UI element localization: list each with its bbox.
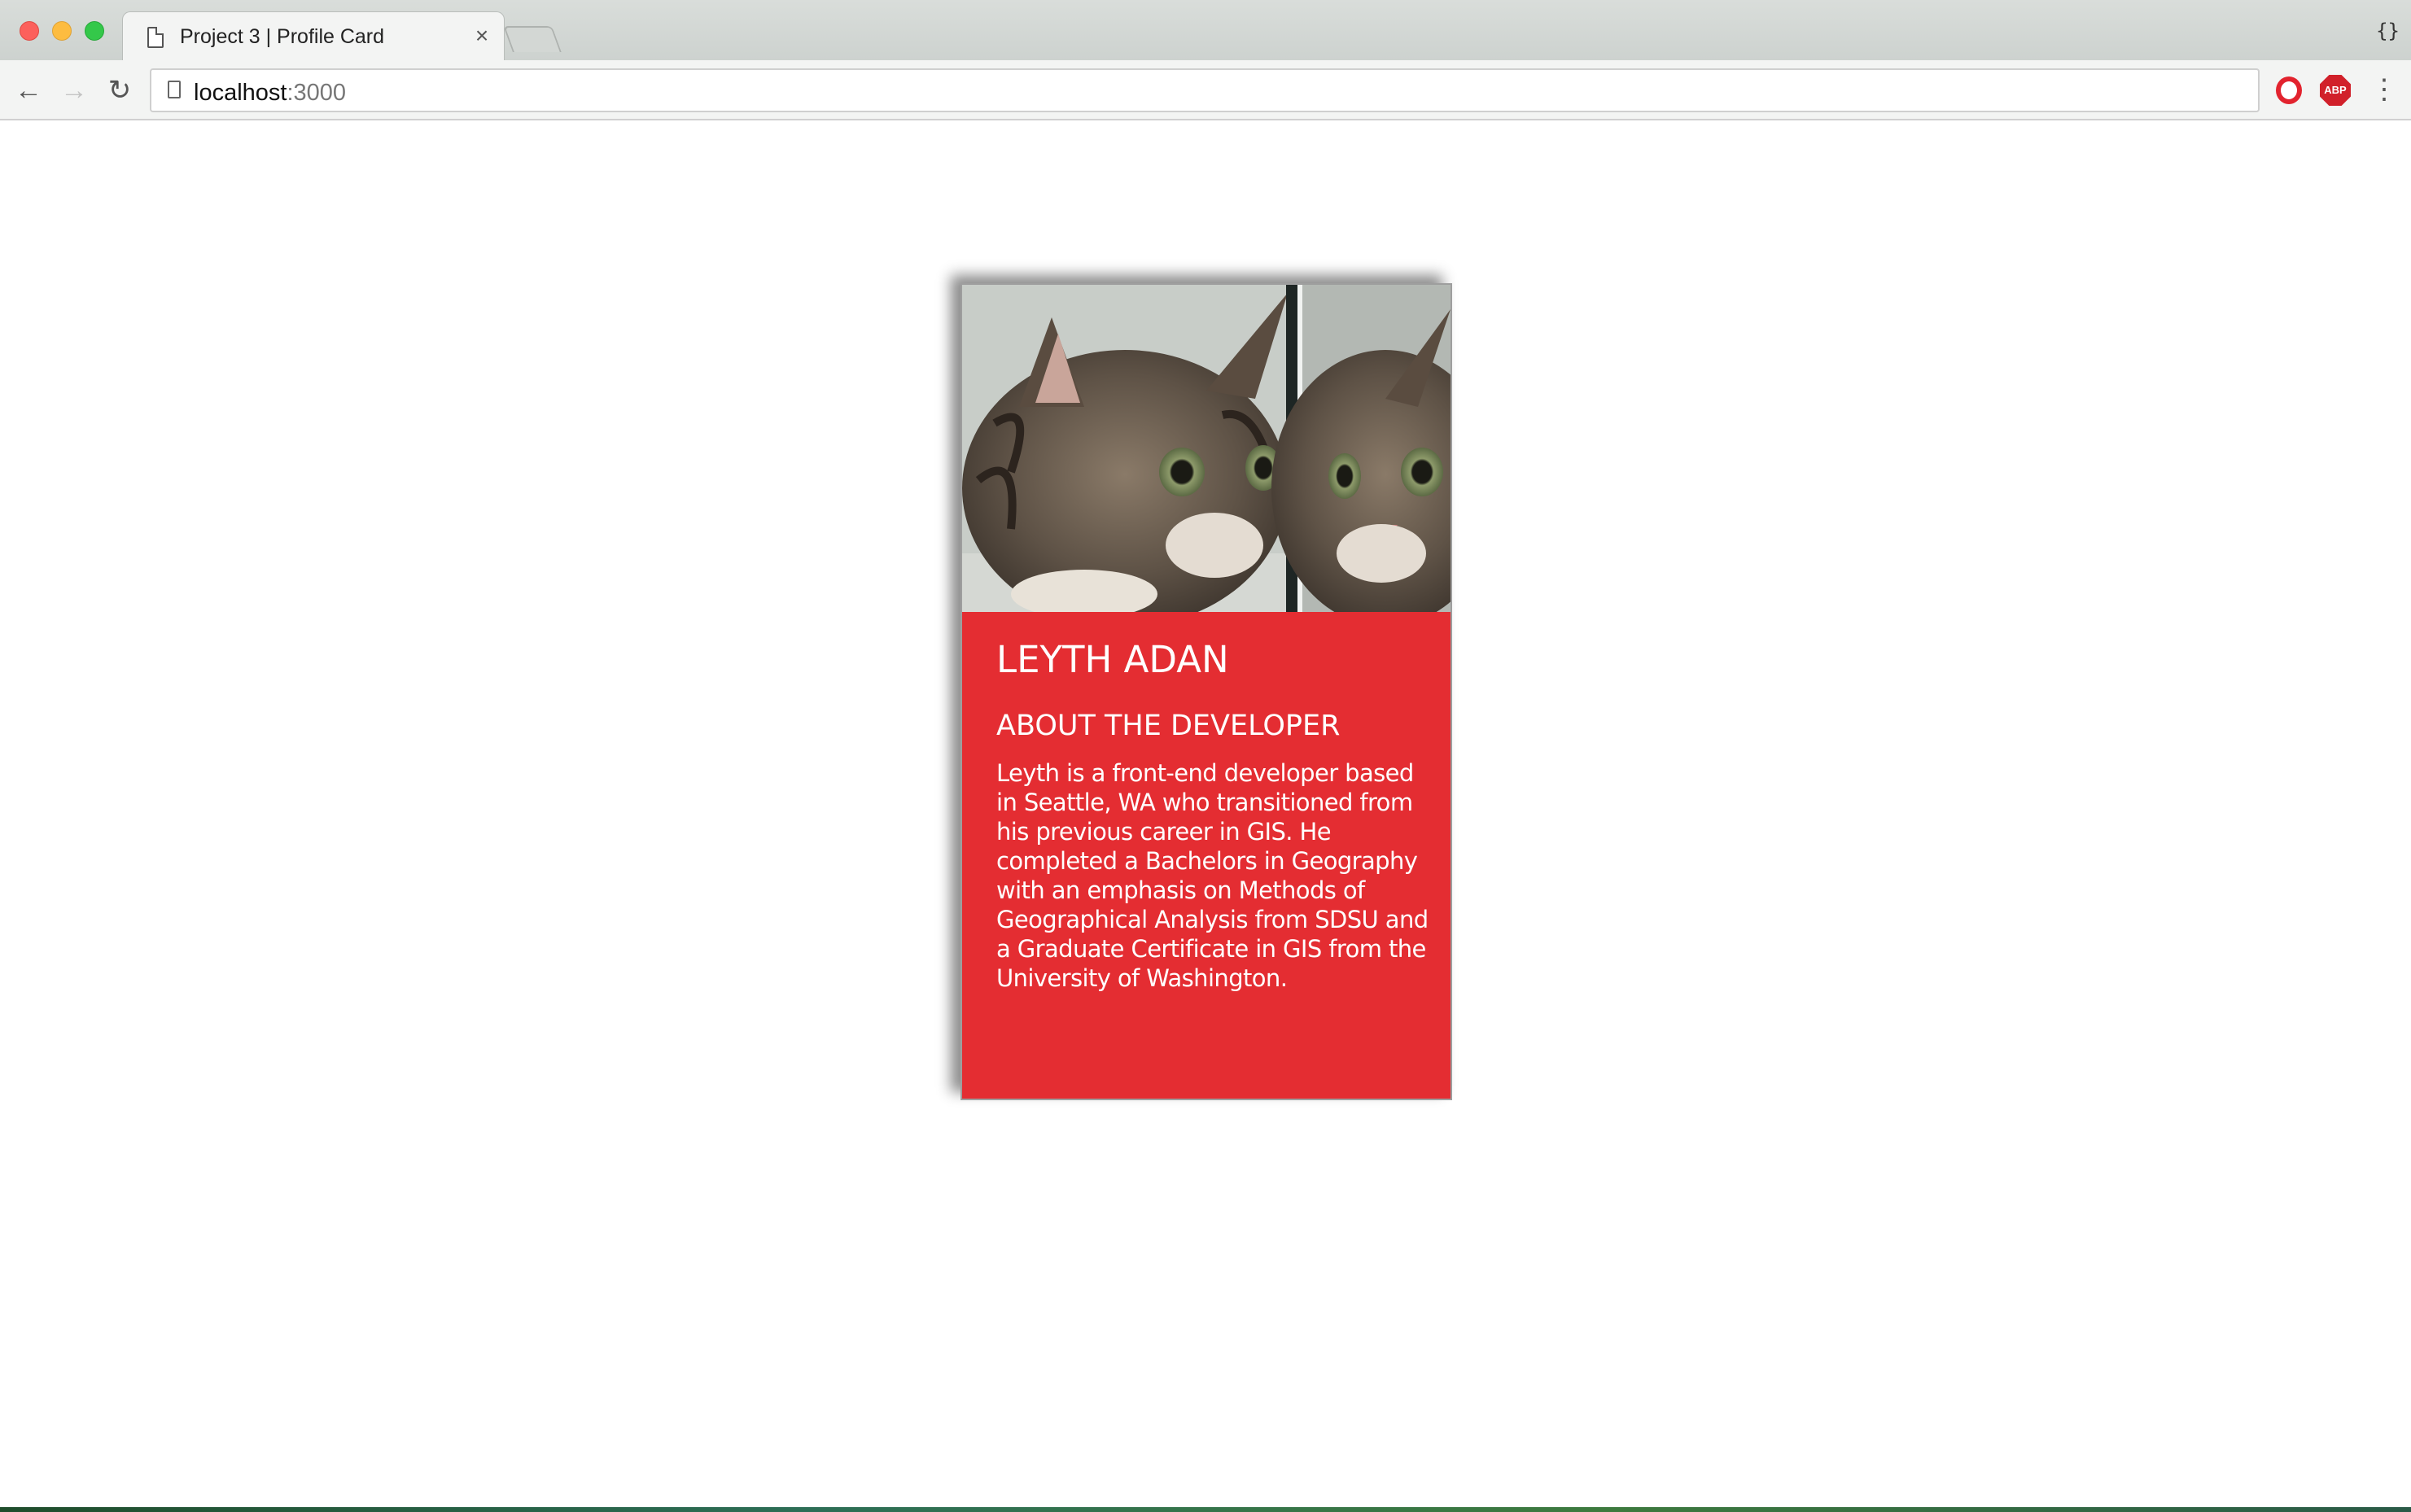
forward-arrow-icon[interactable]: → — [55, 72, 93, 109]
return-arrow-icon: ↪ — [996, 1302, 1024, 1338]
new-tab-button[interactable] — [503, 26, 562, 52]
browser-toolbar: ← → ↻ localhost:3000 ABP ⋮ — [0, 60, 2411, 120]
url-port: :3000 — [287, 80, 347, 106]
url-text[interactable]: localhost:3000 — [194, 80, 346, 107]
devtools-icon[interactable]: {} — [2376, 20, 2400, 42]
zoom-window-button[interactable] — [85, 21, 104, 41]
tab-profile-card[interactable]: Project 3 | Profile Card × — [122, 11, 505, 62]
opera-extension-icon[interactable] — [2276, 76, 2302, 104]
url-host: localhost — [194, 80, 287, 106]
address-bar[interactable]: localhost:3000 — [150, 68, 2260, 112]
page-info-icon[interactable] — [168, 81, 181, 98]
page-icon — [147, 27, 164, 48]
desktop-background-strip — [0, 1507, 2411, 1512]
window-titlebar: Project 3 | Profile Card × {} — [0, 0, 2411, 62]
back-link-label: Back to the Full Profile — [1023, 1317, 1337, 1345]
back-to-profile-link[interactable]: ↪Back to the Full Profile — [996, 1304, 1337, 1352]
browser-menu-icon[interactable]: ⋮ — [2370, 75, 2398, 107]
adblock-plus-icon[interactable]: ABP — [2320, 75, 2351, 106]
close-tab-icon[interactable]: × — [470, 24, 494, 48]
developer-bio: Leyth is a front-end developer based in … — [996, 759, 1429, 992]
back-arrow-icon[interactable]: ← — [10, 72, 47, 109]
profile-card: LEYTH ADAN ABOUT THE DEVELOPER Leyth is … — [960, 283, 1452, 1345]
about-heading: ABOUT THE DEVELOPER — [996, 710, 1341, 742]
reload-icon[interactable]: ↻ — [101, 72, 138, 109]
minimize-window-button[interactable] — [52, 21, 72, 41]
close-window-button[interactable] — [20, 21, 39, 41]
kitten-image — [962, 285, 1451, 612]
tab-title: Project 3 | Profile Card — [180, 25, 385, 48]
kitten-photo — [962, 285, 1451, 612]
developer-name: LEYTH ADAN — [996, 638, 1229, 681]
